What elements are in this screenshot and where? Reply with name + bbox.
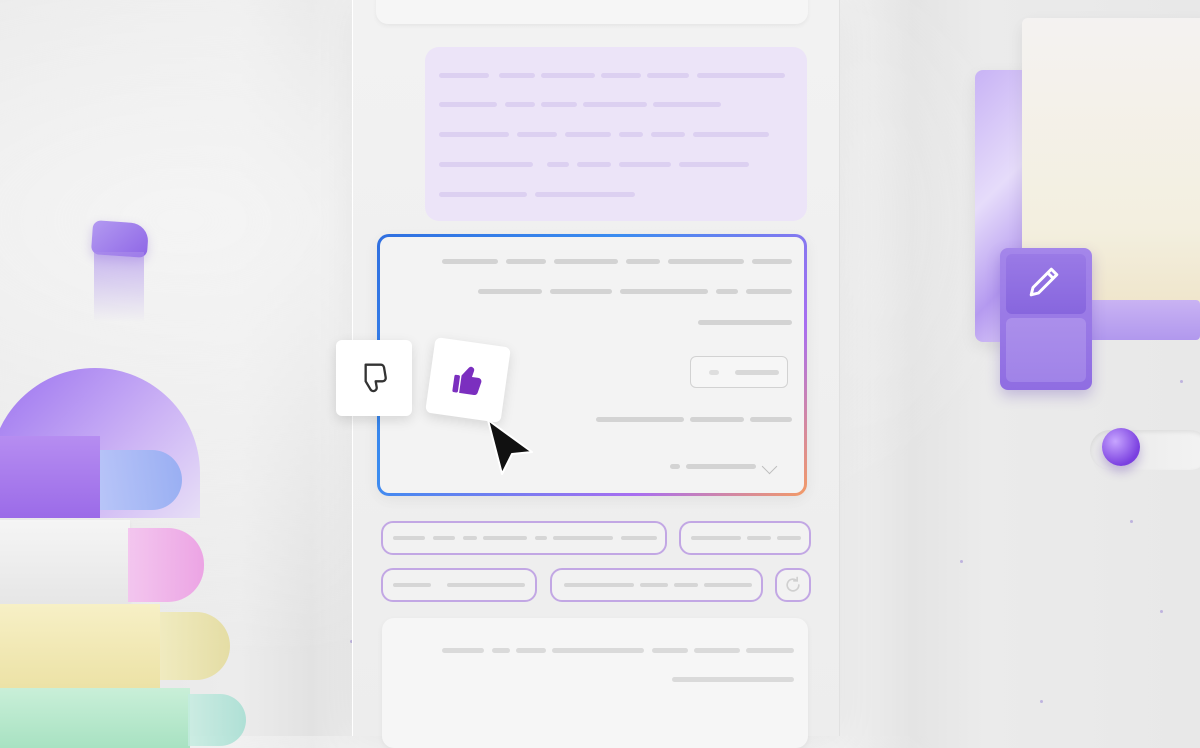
thumbs-down-icon: [364, 363, 387, 393]
thumbs-down-button[interactable]: [336, 340, 412, 416]
decorative-block-green-cap: [188, 694, 246, 746]
decorative-toggle-knob: [1102, 428, 1140, 466]
decorative-block-blue: [100, 450, 182, 510]
thumbs-up-button[interactable]: [425, 337, 511, 423]
user-message-bubble: [425, 47, 807, 221]
previous-card: [376, 0, 808, 24]
suggestion-chip[interactable]: [550, 568, 763, 602]
suggestion-chip[interactable]: [381, 521, 667, 555]
speck: [1160, 610, 1163, 613]
edit-button[interactable]: [1000, 248, 1092, 390]
decorative-block-yellow-cap: [160, 612, 230, 680]
speck: [960, 560, 963, 563]
suggestion-chip[interactable]: [381, 568, 537, 602]
speck: [1130, 520, 1133, 523]
decorative-block-purple: [0, 436, 100, 518]
pencil-icon: [1029, 267, 1059, 297]
thumbs-up-icon: [452, 366, 482, 395]
speck: [1180, 380, 1183, 383]
chevron-down-icon[interactable]: [761, 458, 778, 475]
inline-action-button[interactable]: [690, 356, 788, 388]
suggestion-chip[interactable]: [679, 521, 811, 555]
decorative-purple-strip: [1085, 300, 1200, 340]
decorative-block-pink: [128, 528, 204, 602]
refresh-icon: [786, 576, 800, 592]
next-response-card: [382, 618, 808, 748]
decorative-ribbon-shadow: [94, 252, 144, 322]
cursor-icon: [487, 419, 533, 475]
decorative-block-green: [0, 688, 190, 748]
regenerate-button[interactable]: [775, 568, 811, 602]
speck: [1040, 700, 1043, 703]
decorative-block-yellow: [0, 604, 160, 688]
decorative-block-white: [0, 520, 130, 604]
